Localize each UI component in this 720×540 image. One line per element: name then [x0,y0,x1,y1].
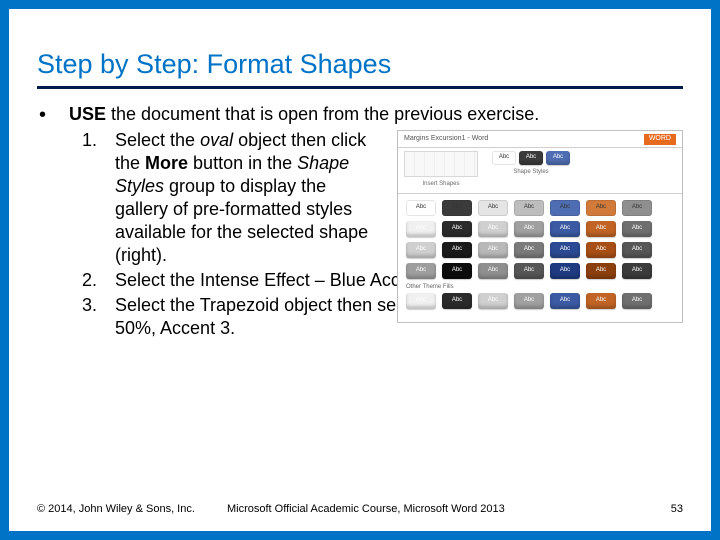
style-swatch: Abc [586,293,616,309]
word-badge: WORD [644,134,676,145]
thumb-titlebar: Margins Excursion1 - Word WORD [398,131,682,148]
sw-tag: Abc [526,154,536,162]
style-preview-icon: Abc [492,151,516,165]
step-1-text: Select the oval object then click the Mo… [115,129,377,267]
style-swatch: Abc [406,293,436,309]
slide-footer: © 2014, John Wiley & Sons, Inc. Microsof… [37,503,683,515]
ribbon-insert-shapes: Insert Shapes [404,151,478,189]
style-swatch: Abc [586,263,616,279]
lead-rest: the document that is open from the previ… [106,104,539,124]
step-1: 1. Select the oval object then click the… [37,129,683,267]
style-swatch: Abc [478,200,508,216]
style-swatch: Abc [478,263,508,279]
style-swatch: Abc [406,263,436,279]
slide-frame: Step by Step: Format Shapes • USE the do… [0,0,720,540]
lead-bold: USE [69,104,106,124]
step-2-number: 2. [37,269,115,292]
lead-text: USE the document that is open from the p… [69,103,683,126]
style-swatch: Abc [478,221,508,237]
style-swatch: Abc [406,242,436,258]
style-swatch: Abc [622,293,652,309]
style-swatch: Abc [442,200,472,216]
style-swatch: Abc [622,263,652,279]
style-swatch: Abc [442,242,472,258]
style-preview-icon: Abc [546,151,570,165]
style-swatch: Abc [550,263,580,279]
footer-copyright: © 2014, John Wiley & Sons, Inc. [37,503,227,515]
slide-title: Step by Step: Format Shapes [37,49,683,80]
style-swatch: Abc [514,200,544,216]
style-preview-icon: Abc [519,151,543,165]
style-swatch: Abc [622,242,652,258]
content-area: • USE the document that is open from the… [37,103,683,340]
step-3-number: 3. [37,294,115,317]
ribbon-label-insert: Insert Shapes [404,181,478,189]
style-swatch: Abc [514,263,544,279]
swatch-row: Abc Abc Abc Abc Abc Abc Abc [406,242,674,258]
footer-course: Microsoft Official Academic Course, Micr… [227,503,633,515]
style-swatch: Abc [622,200,652,216]
style-swatch: Abc [514,242,544,258]
thumb-ribbon: Insert Shapes Abc Abc Abc Shape Styles [398,148,682,194]
thumb-doc-title: Margins Excursion1 - Word [404,135,488,144]
style-swatch: Abc [406,200,436,216]
style-swatch: Abc [586,242,616,258]
style-swatch: Abc [514,221,544,237]
s1-a: Select the [115,130,200,150]
swatch-row: Abc Abc Abc Abc Abc Abc Abc [406,263,674,279]
footer-page-number: 53 [633,503,683,515]
ribbon-shape-styles: Abc Abc Abc Shape Styles [492,151,570,177]
swatch-row: Abc Abc Abc Abc Abc Abc Abc [406,200,674,216]
style-swatch: Abc [550,200,580,216]
style-swatch: Abc [550,242,580,258]
style-swatch: Abc [586,200,616,216]
slide-body: Step by Step: Format Shapes • USE the do… [9,9,711,531]
style-swatch: Abc [622,221,652,237]
style-swatch: Abc [478,293,508,309]
lead-bullet: • USE the document that is open from the… [37,103,683,127]
style-swatch: Abc [442,221,472,237]
bullet-dot-icon: • [37,103,69,127]
style-swatch: Abc [406,221,436,237]
style-swatch: Abc [514,293,544,309]
shape-styles-gallery-thumbnail: Margins Excursion1 - Word WORD Insert Sh… [397,130,683,323]
step-1-number: 1. [37,129,115,152]
swatch-row: Abc Abc Abc Abc Abc Abc Abc [406,221,674,237]
title-rule [37,86,683,89]
s1-bold: More [145,153,193,173]
swatch-row: Abc Abc Abc Abc Abc Abc Abc [406,293,674,309]
style-swatch: Abc [442,263,472,279]
style-swatch: Abc [586,221,616,237]
ribbon-label-styles: Shape Styles [492,169,570,177]
s1-c: button in the [193,153,297,173]
sw-tag: Abc [499,154,509,162]
shapes-picker-icon [404,151,478,177]
s1-i1: oval [200,130,238,150]
sw-tag: Abc [553,154,563,162]
swatch-section-label: Other Theme Fills [406,284,674,292]
swatch-grid: AbcAbcAbcAbcAbcAbcAbcAbcAbcAbcAbcAbcAbcA… [398,194,682,323]
style-swatch: Abc [478,242,508,258]
style-swatch: Abc [550,221,580,237]
style-swatch: Abc [550,293,580,309]
style-swatch: Abc [442,293,472,309]
